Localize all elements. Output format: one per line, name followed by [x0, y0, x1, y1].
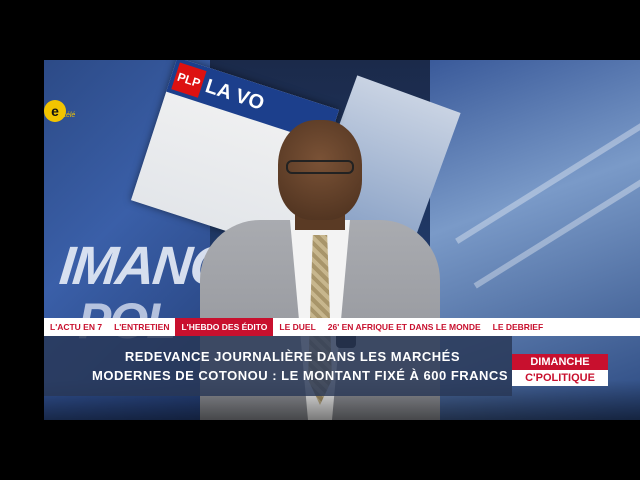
nav-item-afrique: 26' EN AFRIQUE ET DANS LE MONDE [327, 322, 481, 332]
nav-item-debrief: LE DEBRIEF [492, 322, 544, 332]
nav-item-entretien: L'ENTRETIEN [114, 322, 170, 332]
show-name-tag: DIMANCHE C'POLITIQUE [512, 354, 608, 386]
headline-line-1: REDEVANCE JOURNALIÈRE DANS LES MARCHÉS [124, 349, 460, 364]
headline-banner: REDEVANCE JOURNALIÈRE DANS LES MARCHÉS M… [44, 336, 512, 396]
headline-line-2: MODERNES DE COTONOU : LE MONTANT FIXÉ À … [92, 368, 508, 383]
show-name-line-2: C'POLITIQUE [512, 370, 608, 386]
program-nav-bar: L'ACTU EN 7 L'ENTRETIEN L'HEBDO DES ÉDIT… [44, 318, 640, 336]
nav-item-hebdo: L'HEBDO DES ÉDITO [175, 318, 274, 336]
nav-item-duel: LE DUEL [279, 322, 316, 332]
broadcast-frame: LA VO PLP IMANC POL e télé L'ACTU EN 7 L… [0, 0, 640, 480]
nav-item-actu: L'ACTU EN 7 [50, 322, 103, 332]
show-name-line-1: DIMANCHE [512, 354, 608, 370]
letterbox-left [0, 60, 44, 420]
presenter-glasses [286, 160, 354, 174]
channel-logo-icon: e [44, 100, 66, 122]
channel-logo-sub: télé [64, 112, 76, 119]
